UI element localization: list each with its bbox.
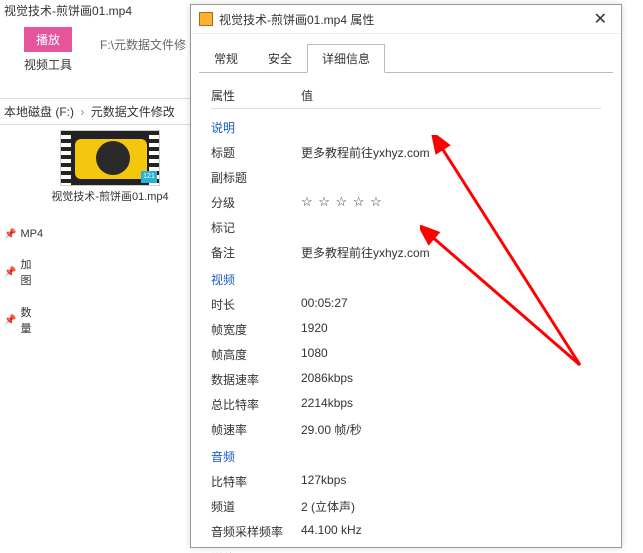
breadcrumb-disk[interactable]: 本地磁盘 (F:) [4,105,74,119]
table-row: 帧宽度1920 [211,317,601,342]
table-row: 帧高度1080 [211,342,601,367]
table-row: 备注更多教程前往yxhyz.com [211,240,601,265]
tab-security[interactable]: 安全 [253,44,307,73]
video-thumbnail: 121 [60,130,160,186]
tab-details[interactable]: 详细信息 [307,44,385,73]
table-row: 频道2 (立体声) [211,494,601,519]
sidebar-item-qty[interactable]: 📌数量 [0,296,34,344]
sidebar-item-image[interactable]: 📌加图 [0,248,34,296]
pin-icon: 📌 [4,229,16,240]
sidebar-item-mp4[interactable]: 📌MP4 [0,220,34,248]
pin-icon: 📌 [4,315,16,326]
table-row: 标记 [211,215,601,240]
table-row: 比特率127kbps [211,469,601,494]
section-description: 说明 [211,113,601,140]
file-item[interactable]: 121 视觉技术-煎饼画01.mp4 [30,130,190,204]
dialog-title: 视觉技术-煎饼画01.mp4 属性 [219,11,374,28]
chevron-right-icon: › [77,105,87,119]
header-value: 值 [301,87,601,104]
file-icon [199,12,213,26]
breadcrumb[interactable]: 本地磁盘 (F:) › 元数据文件修改 [0,98,190,125]
ribbon-videotools: 视频工具 [0,52,190,73]
table-row: 音频采样频率44.100 kHz [211,519,601,544]
table-row: 时长00:05:27 [211,292,601,317]
section-video: 视频 [211,265,601,292]
table-row: 帧速率29.00 帧/秒 [211,417,601,442]
table-row: 副标题 [211,165,601,190]
table-row: 总比特率2214kbps [211,392,601,417]
properties-list[interactable]: 说明 标题更多教程前往yxhyz.com 副标题 分级☆ ☆ ☆ ☆ ☆ 标记 … [211,113,601,553]
tab-general[interactable]: 常规 [199,44,253,73]
properties-dialog: 视觉技术-煎饼画01.mp4 属性 ✕ 常规 安全 详细信息 属性 值 说明 标… [190,4,622,548]
section-media: 媒体 [211,544,601,553]
ribbon-play-tab[interactable]: 播放 [24,27,72,52]
bg-window-title: 视觉技术-煎饼画01.mp4 [0,0,190,21]
rating-stars-icon[interactable]: ☆ ☆ ☆ ☆ ☆ [301,194,601,211]
table-row: 标题更多教程前往yxhyz.com [211,140,601,165]
table-row: 分级☆ ☆ ☆ ☆ ☆ [211,190,601,215]
header-property: 属性 [211,87,301,104]
section-audio: 音频 [211,442,601,469]
file-name-label: 视觉技术-煎饼画01.mp4 [30,190,190,204]
bg-path-text: F:\元数据文件修 [100,36,186,53]
breadcrumb-folder[interactable]: 元数据文件修改 [91,105,175,119]
close-button[interactable]: ✕ [588,9,613,29]
thumb-badge-icon: 121 [141,171,157,183]
table-row: 数据速率2086kbps [211,367,601,392]
pin-icon: 📌 [4,267,16,278]
